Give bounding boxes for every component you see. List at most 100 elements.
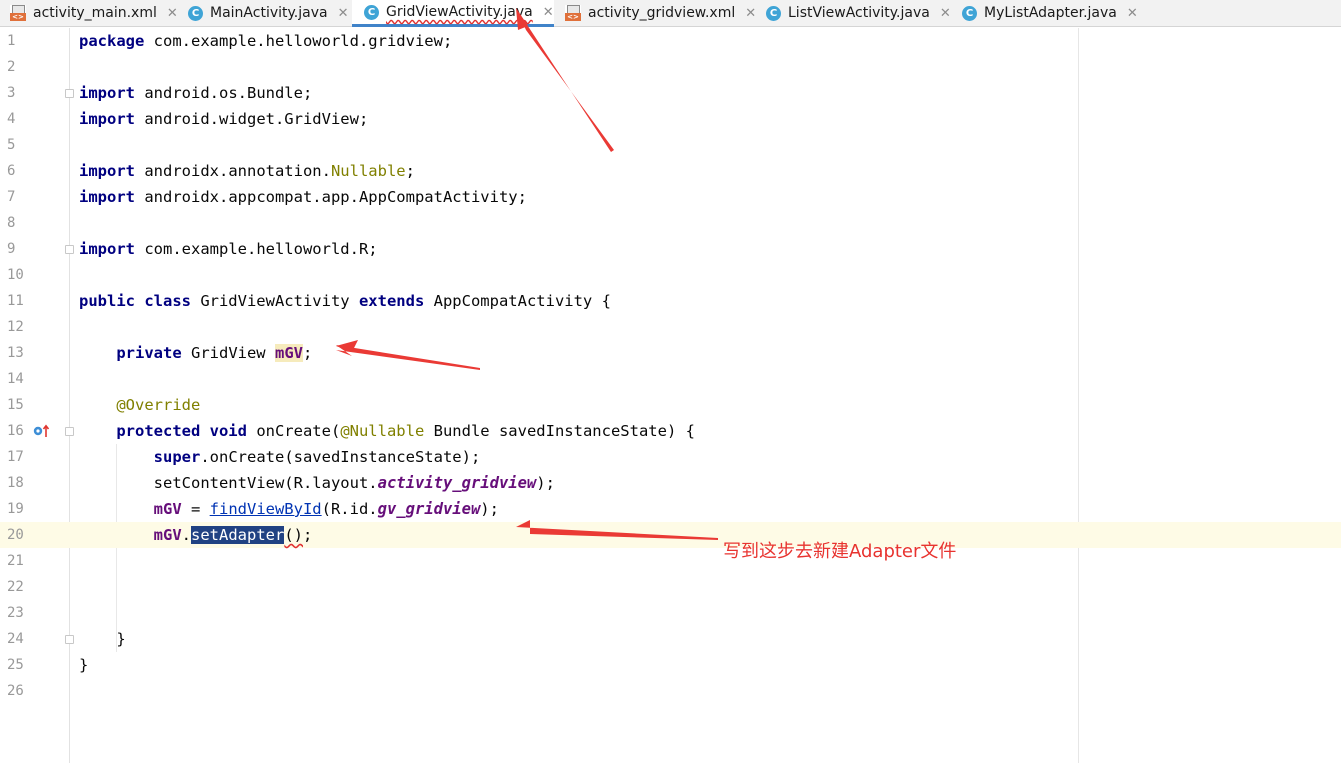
- code-text: onCreate(: [246, 422, 341, 440]
- code-line[interactable]: 15 @Override: [0, 392, 1341, 418]
- code-line[interactable]: 16 protected void onCreate(@Nullable Bun…: [0, 418, 1341, 444]
- tab-label: GridViewActivity.java: [386, 4, 533, 20]
- code-text: AppCompatActivity {: [424, 292, 611, 310]
- code-text: .: [181, 526, 191, 544]
- close-icon[interactable]: ✕: [1127, 6, 1138, 21]
- keyword: public class: [79, 292, 191, 310]
- line-number: 17: [7, 449, 24, 465]
- field-identifier[interactable]: mGV: [274, 344, 303, 362]
- keyword: package: [79, 32, 145, 50]
- current-code-line[interactable]: 20 mGV.setAdapter();: [0, 522, 1341, 548]
- code-line[interactable]: 19 mGV = findViewById(R.id.gv_gridview);: [0, 496, 1341, 522]
- code-line[interactable]: 24 }: [0, 626, 1341, 652]
- code-line[interactable]: 9 import com.example.helloworld.R;: [0, 236, 1341, 262]
- tab-gridview-activity-java[interactable]: C GridViewActivity.java ✕: [352, 0, 554, 27]
- code-line[interactable]: 1 package com.example.helloworld.gridvie…: [0, 28, 1341, 54]
- code-text: setContentView(R.layout.: [153, 474, 378, 492]
- line-number: 22: [7, 579, 24, 595]
- line-number: 2: [7, 59, 16, 75]
- override-method-icon[interactable]: [33, 424, 51, 438]
- code-text: ;: [302, 344, 313, 362]
- keyword: import: [79, 162, 135, 180]
- keyword: super: [153, 448, 201, 466]
- code-text: ;: [303, 526, 313, 544]
- field-identifier: mGV: [153, 526, 182, 544]
- code-text: com.example.helloworld.R;: [135, 240, 378, 258]
- line-number: 24: [7, 631, 24, 647]
- line-number: 19: [7, 501, 24, 517]
- code-line[interactable]: 6 import androidx.annotation.Nullable;: [0, 158, 1341, 184]
- close-icon[interactable]: ✕: [543, 5, 554, 20]
- fold-marker-icon[interactable]: [65, 427, 74, 436]
- tab-listview-activity-java[interactable]: C ListViewActivity.java ✕: [766, 0, 951, 26]
- code-text: com.example.helloworld.gridview;: [144, 32, 453, 50]
- line-number: 11: [7, 293, 24, 309]
- tab-main-activity-java[interactable]: C MainActivity.java ✕: [188, 0, 348, 26]
- code-line[interactable]: 21: [0, 548, 1341, 574]
- code-text: Bundle savedInstanceState) {: [424, 422, 695, 440]
- line-number: 5: [7, 137, 16, 153]
- line-number: 23: [7, 605, 24, 621]
- line-number: 16: [7, 423, 24, 439]
- tab-label: activity_main.xml: [33, 5, 157, 21]
- code-line[interactable]: 18 setContentView(R.layout.activity_grid…: [0, 470, 1341, 496]
- code-line[interactable]: 2: [0, 54, 1341, 80]
- line-number: 7: [7, 189, 16, 205]
- line-number: 3: [7, 85, 16, 101]
- keyword: import: [79, 188, 135, 206]
- fold-marker-icon[interactable]: [65, 89, 74, 98]
- close-icon[interactable]: ✕: [167, 6, 178, 21]
- keyword: private: [116, 344, 182, 362]
- line-number: 8: [7, 215, 16, 231]
- code-line[interactable]: 13 private GridView mGV;: [0, 340, 1341, 366]
- tab-mylist-adapter-java[interactable]: C MyListAdapter.java ✕: [962, 0, 1138, 26]
- code-line[interactable]: 25 }: [0, 652, 1341, 678]
- keyword: import: [79, 240, 135, 258]
- code-line[interactable]: 7 import androidx.appcompat.app.AppCompa…: [0, 184, 1341, 210]
- method-link[interactable]: findViewById: [210, 500, 322, 518]
- code-line[interactable]: 5: [0, 132, 1341, 158]
- line-number: 14: [7, 371, 24, 387]
- line-number: 1: [7, 33, 16, 49]
- line-number: 6: [7, 163, 16, 179]
- code-text: );: [480, 500, 499, 518]
- line-number: 15: [7, 397, 24, 413]
- code-line[interactable]: 17 super.onCreate(savedInstanceState);: [0, 444, 1341, 470]
- code-text: androidx.appcompat.app.AppCompatActivity…: [135, 188, 527, 206]
- code-line[interactable]: 3 import android.os.Bundle;: [0, 80, 1341, 106]
- code-text: android.os.Bundle;: [135, 84, 313, 102]
- keyword: protected void: [116, 422, 247, 440]
- annotation-note: 写到这步去新建Adapter文件: [723, 541, 957, 562]
- line-number: 21: [7, 553, 24, 569]
- code-line[interactable]: 4 import android.widget.GridView;: [0, 106, 1341, 132]
- selected-text[interactable]: setAdapter: [191, 526, 285, 544]
- fold-marker-icon[interactable]: [65, 635, 74, 644]
- tab-activity-main-xml[interactable]: <> activity_main.xml ✕: [10, 0, 178, 26]
- error-parens: (): [284, 526, 303, 544]
- tab-label: activity_gridview.xml: [588, 5, 736, 21]
- fold-marker-icon[interactable]: [65, 245, 74, 254]
- tab-activity-gridview-xml[interactable]: <> activity_gridview.xml ✕: [565, 0, 756, 26]
- line-number: 25: [7, 657, 24, 673]
- code-line[interactable]: 12: [0, 314, 1341, 340]
- line-number: 13: [7, 345, 24, 361]
- close-icon[interactable]: ✕: [940, 6, 951, 21]
- java-class-icon: C: [188, 5, 203, 21]
- annotation-token: @Override: [116, 396, 201, 414]
- close-icon[interactable]: ✕: [338, 6, 349, 21]
- field-identifier: mGV: [153, 500, 182, 518]
- tab-label: MainActivity.java: [210, 5, 328, 21]
- line-number: 20: [7, 527, 24, 543]
- code-line[interactable]: 8: [0, 210, 1341, 236]
- close-icon[interactable]: ✕: [745, 6, 756, 21]
- code-line[interactable]: 23: [0, 600, 1341, 626]
- java-class-icon: C: [364, 4, 379, 20]
- code-text: (R.id.: [321, 500, 378, 518]
- code-line[interactable]: 22: [0, 574, 1341, 600]
- code-text: }: [116, 630, 126, 648]
- code-line[interactable]: 10: [0, 262, 1341, 288]
- code-line[interactable]: 26: [0, 678, 1341, 704]
- code-line[interactable]: 14: [0, 366, 1341, 392]
- code-line[interactable]: 11 public class GridViewActivity extends…: [0, 288, 1341, 314]
- code-text: =: [181, 500, 210, 518]
